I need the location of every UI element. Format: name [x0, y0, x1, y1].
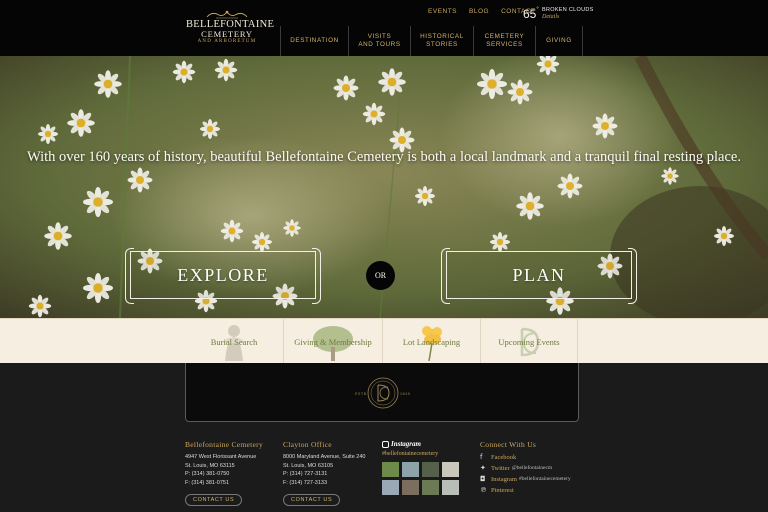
seal-left-text: ESTB — [355, 392, 367, 396]
nav-cemetery-services[interactable]: CEMETERY SERVICES — [473, 26, 535, 56]
quick-link-giving-membership[interactable]: Giving & Membership — [283, 319, 382, 364]
weather-condition: BROKEN CLOUDS — [542, 7, 594, 13]
fax-line: F: (314) 381-0751 — [185, 479, 230, 486]
pinterest-link[interactable]: ℗ Pinterest — [480, 486, 571, 494]
explore-button[interactable]: EXPLORE — [125, 248, 321, 304]
twitter-link[interactable]: ✦ Twitter @bellefontainecm — [480, 464, 571, 472]
twitter-handle: @bellefontainecm — [511, 465, 553, 471]
instagram-hashtag-link[interactable]: #bellefontainecemetery — [382, 451, 459, 457]
pinterest-icon: ℗ — [480, 485, 487, 494]
instagram-photo[interactable] — [402, 462, 419, 477]
address-line: St. Louis, MO 63115 — [185, 462, 235, 469]
instagram-photo[interactable] — [422, 462, 439, 477]
events-link[interactable]: EVENTS — [428, 8, 457, 18]
footer-col-title: Clayton Office — [283, 440, 332, 449]
footer-col-title: Bellefontaine Cemetery — [185, 440, 264, 449]
instagram-photo[interactable] — [402, 480, 419, 495]
footer-col-title: Connect With Us — [480, 440, 537, 449]
address-line: 4947 West Florissant Avenue — [185, 454, 257, 460]
pinterest-label: Pinterest — [491, 486, 514, 494]
plan-button[interactable]: PLAN — [441, 248, 637, 304]
phone-line: P: (314) 727-3131 — [283, 471, 328, 478]
nav-destination[interactable]: DESTINATION — [280, 26, 348, 56]
nav-historical-stories[interactable]: HISTORICAL STORIES — [410, 26, 473, 56]
instagram-photo[interactable] — [442, 462, 459, 477]
site-header: BELLEFONTAINE CEMETERY AND ARBORETUM EVE… — [0, 0, 768, 56]
weather-details-link[interactable]: Details — [542, 14, 559, 20]
hero-banner: With over 160 years of history, beautifu… — [0, 56, 768, 318]
quick-link-label: Burial Search — [210, 336, 258, 347]
instagram-icon — [382, 440, 389, 448]
footer-instagram-column: Instagram #bellefontainecemetery — [382, 440, 459, 495]
contact-us-button[interactable]: CONTACT US — [185, 494, 243, 507]
quick-link-burial-search[interactable]: Burial Search — [185, 319, 283, 364]
facebook-link[interactable]: f Facebook — [480, 453, 571, 461]
footer-seal-band: ESTB 1849 — [185, 363, 579, 422]
instagram-thumbnails — [382, 462, 459, 495]
instagram-title: Instagram — [391, 440, 421, 448]
instagram-photo[interactable] — [442, 480, 459, 495]
quick-link-label: Giving & Membership — [294, 336, 372, 347]
twitter-label: Twitter — [491, 464, 510, 472]
address-line: 8000 Maryland Avenue, Suite 240 — [283, 454, 366, 460]
main-nav: DESTINATION VISITS AND TOURS HISTORICAL … — [280, 26, 583, 56]
site-footer: Bellefontaine Cemetery 4947 West Floriss… — [0, 422, 768, 512]
instagram-link[interactable]: ◘ Instagram #bellefontainecemetery — [480, 475, 571, 483]
utility-nav: EVENTS BLOG CONTACT — [428, 8, 536, 18]
site-logo[interactable]: BELLEFONTAINE CEMETERY AND ARBORETUM — [186, 10, 274, 48]
instagram-photo[interactable] — [382, 480, 399, 495]
instagram-label: Instagram — [491, 475, 517, 483]
quick-link-label: Upcoming Events — [498, 336, 560, 347]
footer-clayton-column: Clayton Office 8000 Maryland Avenue, Sui… — [283, 440, 366, 507]
nav-giving[interactable]: GIVING — [535, 26, 583, 56]
instagram-photo[interactable] — [422, 480, 439, 495]
footer-connect-column: Connect With Us f Facebook ✦ Twitter @be… — [480, 440, 571, 494]
logo-line-3: AND ARBORETUM — [197, 39, 257, 44]
twitter-icon: ✦ — [480, 463, 486, 472]
or-badge: OR — [366, 261, 395, 290]
nav-visits-and-tours[interactable]: VISITS AND TOURS — [348, 26, 410, 56]
quick-links-bar: Burial Search Giving & Membership Lot La… — [0, 318, 768, 364]
facebook-icon: f — [480, 452, 483, 461]
logo-ornament-icon — [186, 10, 268, 19]
facebook-label: Facebook — [491, 453, 517, 461]
contact-us-button[interactable]: CONTACT US — [283, 494, 341, 507]
seal-right-text: 1849 — [400, 392, 410, 396]
hero-headline: With over 160 years of history, beautifu… — [27, 149, 741, 165]
blog-link[interactable]: BLOG — [469, 8, 489, 18]
weather-temperature: 65° — [523, 7, 539, 21]
instagram-photo[interactable] — [382, 462, 399, 477]
established-seal-icon: ESTB 1849 — [355, 377, 410, 409]
weather-temp-value: 65 — [523, 7, 537, 21]
fax-line: F: (314) 727-3133 — [283, 479, 328, 486]
logo-line-2: CEMETERY — [201, 29, 253, 39]
phone-line: P: (314) 381-0750 — [185, 471, 230, 478]
address-line: St. Louis, MO 63105 — [283, 462, 334, 469]
instagram-icon: ◘ — [480, 474, 486, 483]
weather-degree: ° — [536, 7, 539, 13]
footer-bellefontaine-column: Bellefontaine Cemetery 4947 West Floriss… — [185, 440, 264, 507]
quick-link-label: Lot Landscaping — [402, 336, 461, 347]
quick-link-upcoming-events[interactable]: Upcoming Events — [480, 319, 578, 364]
quick-link-lot-landscaping[interactable]: Lot Landscaping — [382, 319, 480, 364]
instagram-handle: #bellefontainecemetery — [519, 476, 571, 482]
